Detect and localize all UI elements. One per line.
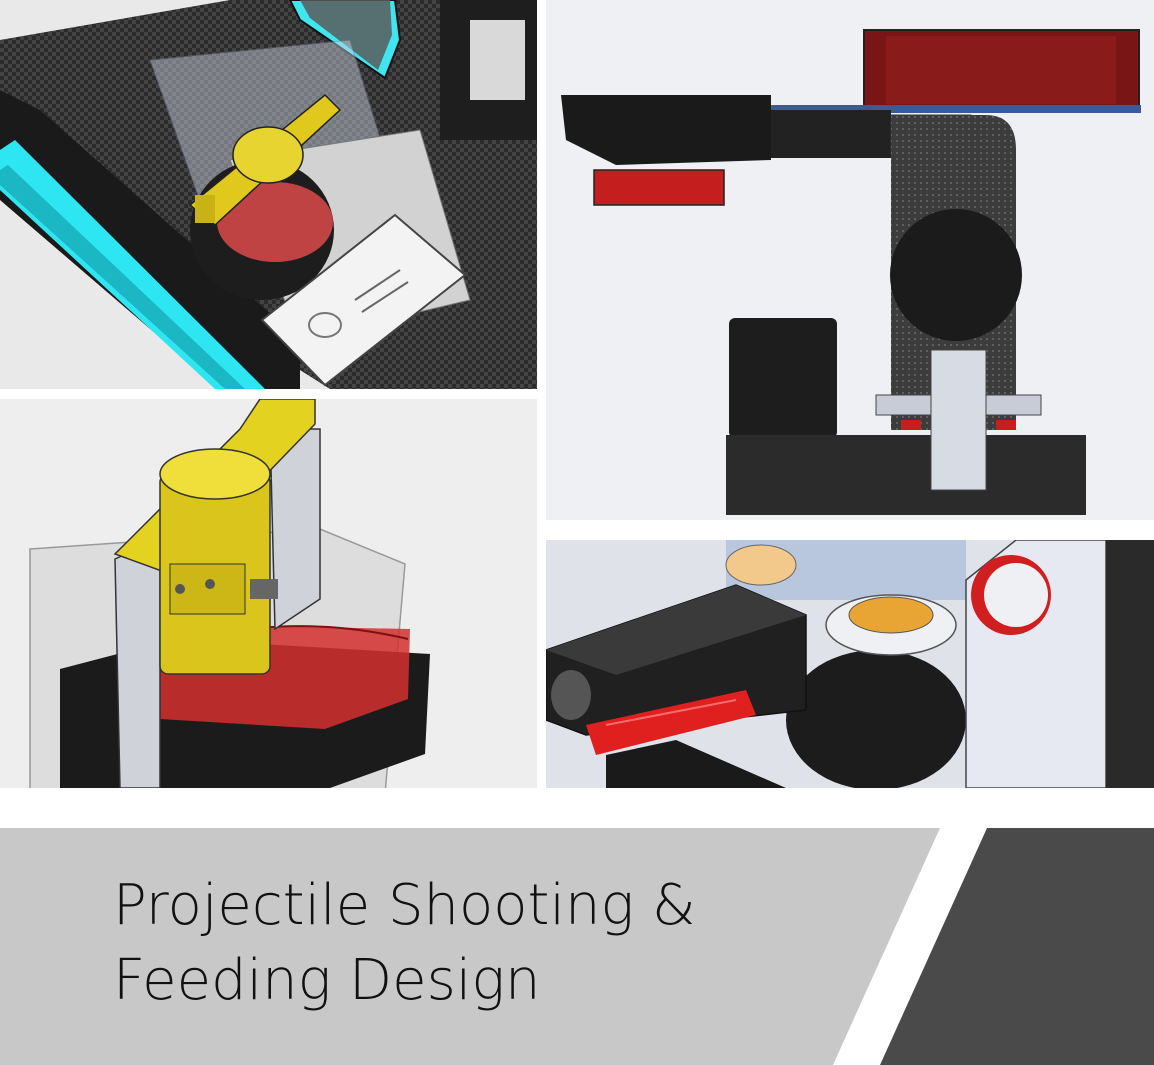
feeder-top-view-render <box>0 0 537 389</box>
shooter-assembly-render <box>546 540 1154 788</box>
page-title: Projectile Shooting & Feeding Design <box>113 868 696 1018</box>
title-line-2: Feeding Design <box>113 948 541 1013</box>
shooter-section-render <box>546 0 1154 520</box>
feeder-closeup-render <box>0 399 537 788</box>
title-line-1: Projectile Shooting & <box>113 873 696 938</box>
